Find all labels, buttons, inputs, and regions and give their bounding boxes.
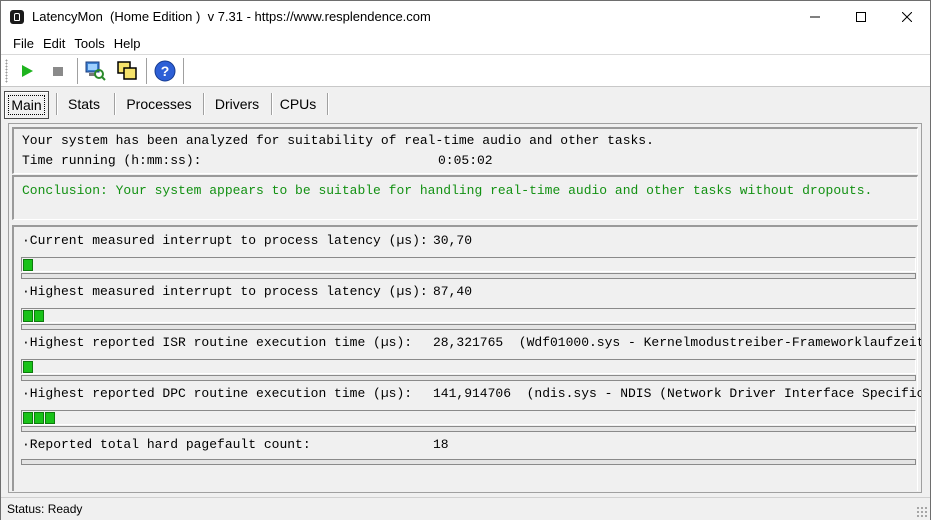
maximize-button[interactable] [838,1,884,32]
bar-segment [23,259,33,271]
metric-value: 18 [433,437,449,452]
tab-processes[interactable]: Processes [118,91,200,117]
conclusion-text: Conclusion: Your system appears to be su… [22,183,873,198]
help-icon: ? [154,60,176,82]
metric-row: ·Reported total hard pagefault count: 18 [14,437,917,488]
windows-button[interactable] [115,59,139,83]
start-button[interactable] [15,59,39,83]
title-bar: LatencyMon (Home Edition ) v 7.31 - http… [1,1,930,32]
bar-baseline [21,324,916,330]
latencymon-app-icon [10,9,24,24]
menu-file[interactable]: File [10,36,37,51]
close-icon [902,11,912,22]
minimize-button[interactable] [792,1,838,32]
summary-panel: Your system has been analyzed for suitab… [12,127,918,174]
minimize-icon [810,16,820,17]
close-button[interactable] [884,1,930,32]
bar-segment [23,310,33,322]
tab-separator [203,93,204,115]
menu-help[interactable]: Help [111,36,144,51]
analyzed-text: Your system has been analyzed for suitab… [22,133,654,148]
bar-baseline [21,375,916,381]
metric-label: ·Highest reported DPC routine execution … [22,386,413,401]
tab-bar: Main Stats Processes Drivers CPUs [1,87,930,121]
toolbar-separator [183,58,184,84]
stop-button[interactable] [46,59,70,83]
svg-text:?: ? [161,63,170,79]
bar-segment [34,412,44,424]
help-button[interactable]: ? [153,59,177,83]
status-text: Status: Ready [7,502,83,516]
main-content: Your system has been analyzed for suitab… [8,123,922,493]
metric-row: ·Highest measured interrupt to process l… [14,284,917,335]
windows-icon [117,61,137,80]
toolbar-separator [77,58,78,84]
latency-bar [21,308,916,323]
status-bar: Status: Ready [1,497,930,520]
latency-bar [21,359,916,374]
metric-value: 30,70 [433,233,473,248]
tab-cpus-label: CPUs [279,96,317,112]
tab-stats[interactable]: Stats [60,91,108,117]
toolbar-grip[interactable] [5,59,8,83]
metric-row: ·Highest reported DPC routine execution … [14,386,921,437]
time-running-value: 0:05:02 [438,153,493,168]
toolbar-separator [146,58,147,84]
tab-drivers-label: Drivers [214,96,260,112]
tab-separator [271,93,272,115]
tab-main[interactable]: Main [4,91,49,119]
bar-baseline [21,459,916,465]
tab-stats-label: Stats [68,96,100,112]
play-icon [22,65,33,77]
menu-bar: File Edit Tools Help [1,32,930,55]
tab-separator [327,93,328,115]
tab-processes-label: Processes [126,96,192,112]
metric-value: 28,321765 [433,335,504,350]
metric-row: ·Highest reported ISR routine execution … [14,335,921,386]
latency-bar [21,257,916,272]
bar-baseline [21,426,916,432]
stop-icon [53,67,63,76]
bar-segment [23,361,33,373]
metric-value: 87,40 [433,284,473,299]
metric-value: 141,914706 [433,386,512,401]
conclusion-panel: Conclusion: Your system appears to be su… [12,175,918,220]
computer-scan-button[interactable] [83,59,107,83]
bar-segment [23,412,33,424]
app-window: LatencyMon (Home Edition ) v 7.31 - http… [0,0,931,520]
metric-label: ·Current measured interrupt to process l… [22,233,428,248]
tab-separator [114,93,115,115]
tab-main-label: Main [8,95,45,115]
metric-label: ·Highest measured interrupt to process l… [22,284,428,299]
bar-baseline [21,273,916,279]
toolbar: ? [1,55,930,87]
resize-grip[interactable] [916,506,928,518]
metric-detail: (ndis.sys - NDIS (Network Driver Interfa… [526,386,921,401]
window-title: LatencyMon (Home Edition ) v 7.31 - http… [32,9,431,24]
metric-row: ·Current measured interrupt to process l… [14,233,917,284]
bar-segment [34,310,44,322]
metric-detail: (Wdf01000.sys - Kernelmodustreiber-Frame… [518,335,922,350]
latency-bar [21,410,916,425]
metric-label: ·Reported total hard pagefault count: [22,437,311,452]
computer-scan-icon [85,61,106,81]
time-running-label: Time running (h:mm:ss): [22,153,202,168]
bar-segment [45,412,55,424]
menu-tools[interactable]: Tools [71,36,107,51]
tab-drivers[interactable]: Drivers [207,91,267,117]
tab-cpus[interactable]: CPUs [275,91,321,117]
metrics-panel: ·Current measured interrupt to process l… [12,225,921,491]
maximize-icon [856,11,866,22]
metric-label: ·Highest reported ISR routine execution … [22,335,413,350]
tab-separator [56,93,57,115]
menu-edit[interactable]: Edit [40,36,68,51]
